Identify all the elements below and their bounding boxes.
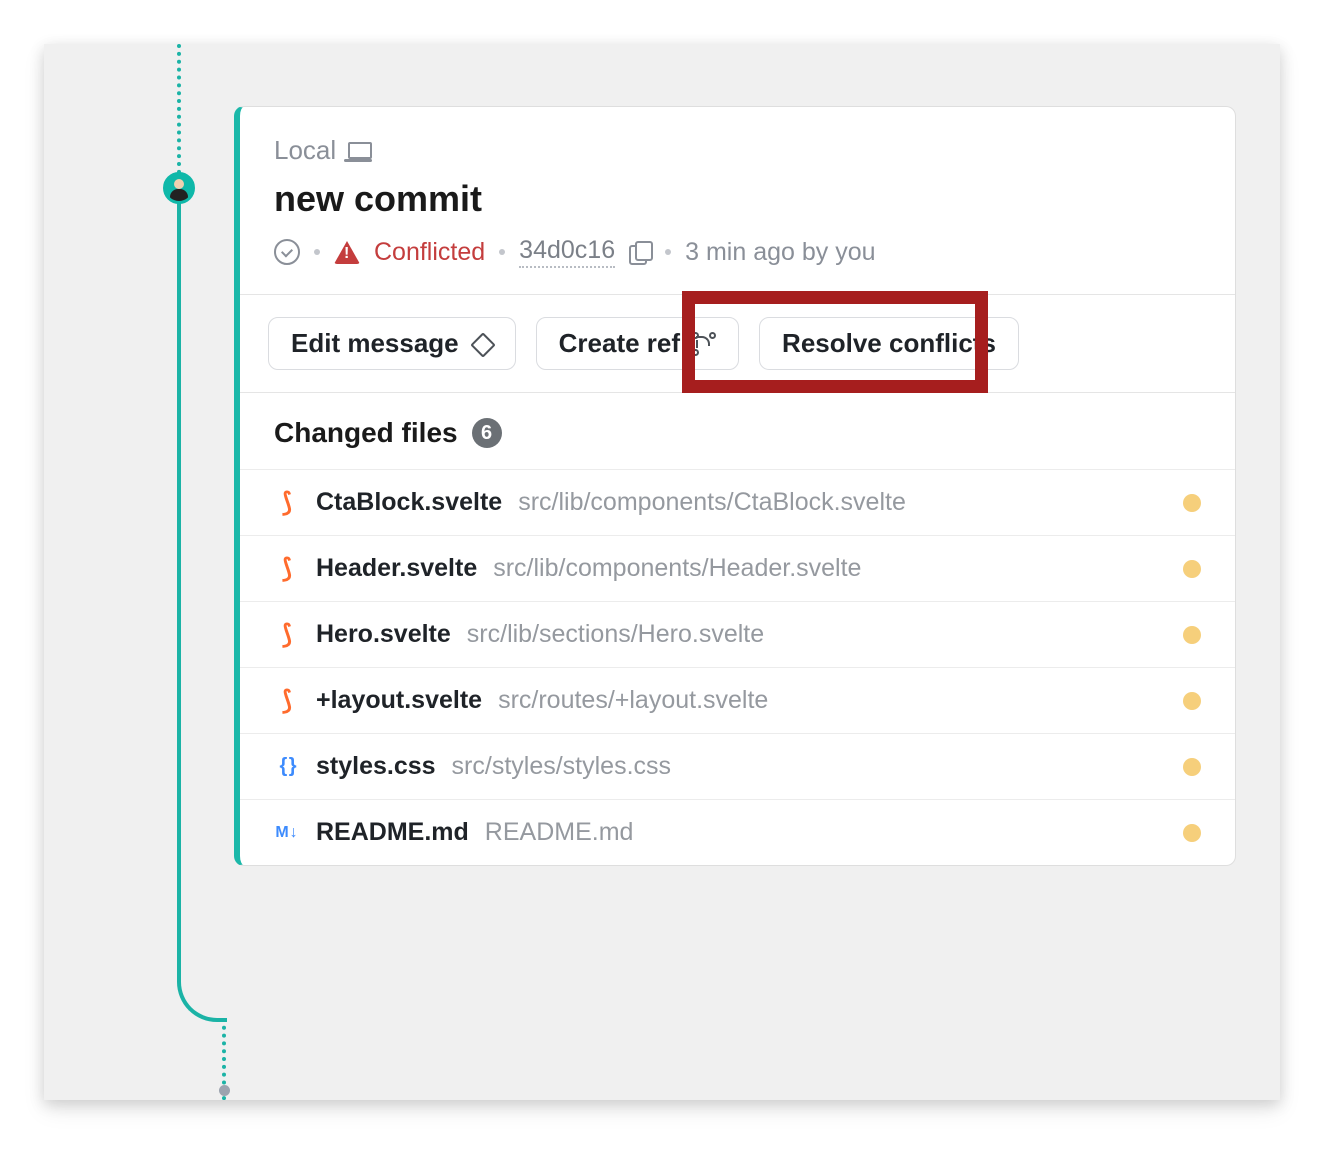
commit-meta: Conflicted 34d0c16 3 min ago by you — [274, 236, 1201, 268]
resolve-conflicts-button[interactable]: Resolve conflicts — [759, 317, 1019, 370]
commit-header: Local new commit Conflicted 34d0c16 3 mi… — [240, 107, 1235, 295]
markdown-file-icon: M↓ — [274, 820, 300, 846]
file-path: src/lib/sections/Hero.svelte — [467, 620, 764, 649]
commit-sha[interactable]: 34d0c16 — [519, 236, 615, 268]
commit-title: new commit — [274, 178, 1201, 220]
file-status-dot — [1183, 824, 1201, 842]
commit-timestamp: 3 min ago by you — [685, 238, 875, 267]
file-name: styles.css — [316, 752, 436, 781]
pencil-icon — [471, 333, 493, 355]
file-path: src/lib/components/Header.svelte — [493, 554, 861, 583]
file-row[interactable]: M↓ README.md README.md — [240, 799, 1235, 865]
rail-segment — [177, 44, 181, 174]
rail-segment — [177, 174, 181, 974]
file-path: src/routes/+layout.svelte — [498, 686, 768, 715]
check-circle-icon — [274, 239, 300, 265]
rail-segment — [177, 972, 227, 1022]
file-status-dot — [1183, 626, 1201, 644]
file-name: +layout.svelte — [316, 686, 482, 715]
svelte-file-icon: ⟆ — [274, 490, 300, 516]
status-badge: Conflicted — [374, 238, 485, 267]
file-name: Hero.svelte — [316, 620, 451, 649]
button-label: Resolve conflicts — [782, 328, 996, 359]
svelte-file-icon: ⟆ — [274, 688, 300, 714]
local-label: Local — [274, 135, 336, 166]
svelte-file-icon: ⟆ — [274, 622, 300, 648]
laptop-icon — [346, 142, 370, 160]
changed-files-header: Changed files 6 — [240, 393, 1235, 469]
css-file-icon: { } — [274, 754, 300, 780]
panel: Local new commit Conflicted 34d0c16 3 mi… — [44, 44, 1280, 1100]
file-status-dot — [1183, 560, 1201, 578]
file-status-dot — [1183, 758, 1201, 776]
separator-dot — [499, 249, 505, 255]
button-label: Create ref — [559, 328, 680, 359]
file-status-dot — [1183, 692, 1201, 710]
local-indicator: Local — [274, 135, 1201, 166]
copy-icon[interactable] — [629, 241, 651, 263]
button-label: Edit message — [291, 328, 459, 359]
file-row[interactable]: ⟆ CtaBlock.svelte src/lib/components/CtaBl… — [240, 469, 1235, 535]
file-row[interactable]: { } styles.css src/styles/styles.css — [240, 733, 1235, 799]
edit-message-button[interactable]: Edit message — [268, 317, 516, 370]
changed-files-section: Changed files 6 ⟆ CtaBlock.svelte src/lib/… — [240, 393, 1235, 865]
separator-dot — [665, 249, 671, 255]
file-row[interactable]: ⟆ Header.svelte src/lib/components/Header.… — [240, 535, 1235, 601]
changed-files-count: 6 — [472, 418, 502, 448]
file-row[interactable]: ⟆ +layout.svelte src/routes/+layout.svelte — [240, 667, 1235, 733]
rail-node — [219, 1085, 230, 1096]
file-status-dot — [1183, 494, 1201, 512]
file-row[interactable]: ⟆ Hero.svelte src/lib/sections/Hero.svelte — [240, 601, 1235, 667]
file-name: README.md — [316, 818, 469, 847]
file-path: src/lib/components/CtaBlock.svelte — [518, 488, 906, 517]
create-ref-button[interactable]: Create ref — [536, 317, 739, 370]
branch-icon — [692, 332, 716, 356]
commit-actions: Edit message Create ref Resolve conflict… — [240, 295, 1235, 393]
svelte-file-icon: ⟆ — [274, 556, 300, 582]
file-name: Header.svelte — [316, 554, 477, 583]
commit-card: Local new commit Conflicted 34d0c16 3 mi… — [234, 106, 1236, 866]
changed-files-title: Changed files — [274, 417, 458, 449]
file-list: ⟆ CtaBlock.svelte src/lib/components/CtaBl… — [240, 469, 1235, 865]
file-path: src/styles/styles.css — [452, 752, 671, 781]
file-name: CtaBlock.svelte — [316, 488, 502, 517]
separator-dot — [314, 249, 320, 255]
warning-icon — [334, 241, 360, 264]
file-path: README.md — [485, 818, 634, 847]
avatar — [163, 172, 195, 204]
